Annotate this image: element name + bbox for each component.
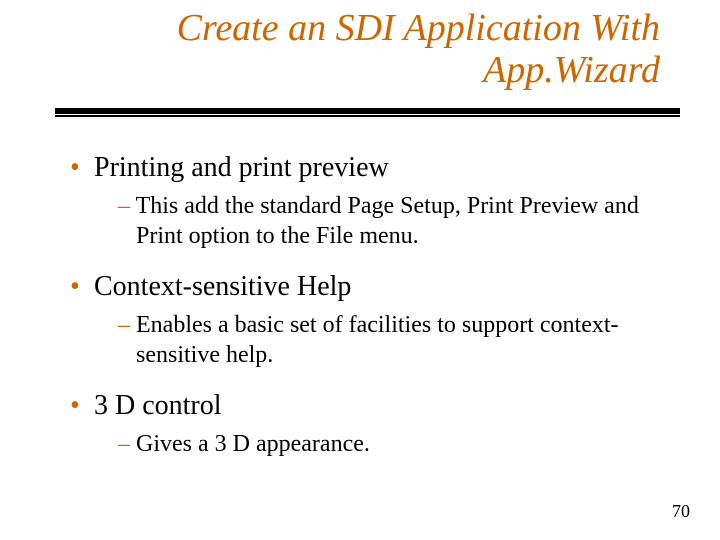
bullet-icon: •: [70, 150, 94, 185]
bullet-icon: •: [70, 388, 94, 423]
sub-item-1: – This add the standard Page Setup, Prin…: [118, 191, 670, 251]
sub-text: Gives a 3 D appearance.: [136, 431, 370, 457]
title-underline: [55, 108, 680, 114]
sub-item-2: – Enables a basic set of facilities to s…: [118, 310, 670, 370]
slide: Create an SDI Application With App.Wizar…: [0, 0, 720, 540]
dash-icon: –: [118, 312, 136, 338]
bullet-item-1: •Printing and print preview: [70, 150, 670, 185]
bullet-item-3: •3 D control: [70, 388, 670, 423]
bullet-heading: Context-sensitive Help: [94, 271, 351, 302]
bullet-heading: 3 D control: [94, 390, 222, 421]
bullet-heading: Printing and print preview: [94, 152, 389, 183]
slide-body: •Printing and print preview – This add t…: [70, 140, 670, 477]
dash-icon: –: [118, 193, 136, 219]
dash-icon: –: [118, 431, 136, 457]
sub-item-3: – Gives a 3 D appearance.: [118, 429, 670, 459]
title-line-1: Create an SDI Application With: [177, 7, 660, 49]
sub-text: Enables a basic set of facilities to sup…: [136, 312, 619, 368]
title-line-2: App.Wizard: [483, 49, 660, 91]
bullet-icon: •: [70, 269, 94, 304]
slide-title: Create an SDI Application With App.Wizar…: [90, 8, 660, 92]
sub-text: This add the standard Page Setup, Print …: [136, 193, 639, 249]
page-number: 70: [672, 501, 690, 522]
bullet-item-2: •Context-sensitive Help: [70, 269, 670, 304]
